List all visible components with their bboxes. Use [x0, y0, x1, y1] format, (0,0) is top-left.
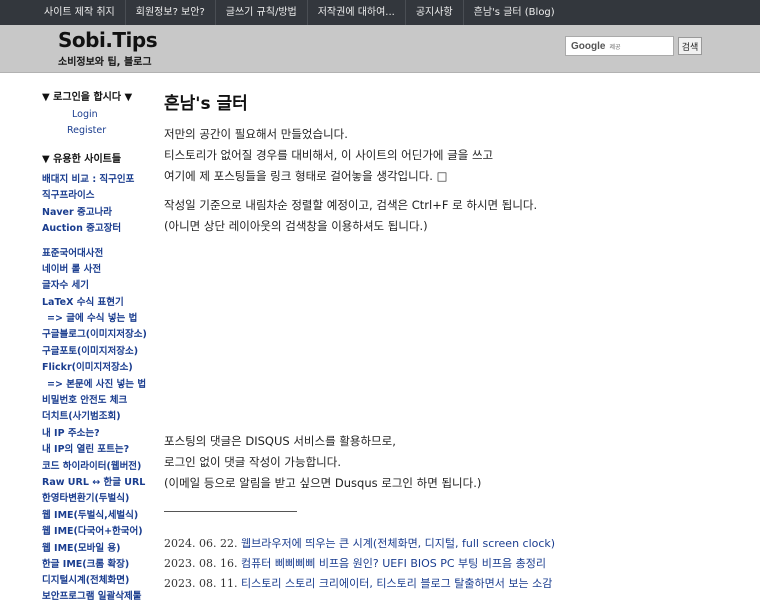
- sidebar-link[interactable]: 표준국어대사전: [42, 245, 103, 259]
- post-date: 2023. 08. 11.: [164, 577, 238, 590]
- divider: [164, 511, 297, 512]
- nav-item-copyright[interactable]: 저작권에 대하여...: [308, 0, 406, 25]
- intro-line: 저만의 공간이 필요해서 만들었습니다.: [164, 127, 348, 141]
- post-title-link[interactable]: 웹브라우저에 띄우는 큰 시계(전체화면, 디지털, full screen c…: [241, 537, 555, 550]
- top-nav: 사이트 제작 취지 회원정보? 보안? 글쓰기 규칙/방법 저작권에 대하여..…: [0, 0, 760, 25]
- nav-item-blog[interactable]: 흔남's 글터 (Blog): [464, 0, 565, 25]
- sidebar-link[interactable]: 네이버 롤 사전: [42, 261, 101, 275]
- sidebar-link[interactable]: Raw URL ↔ 한글 URL: [42, 474, 145, 488]
- nav-item-purpose[interactable]: 사이트 제작 취지: [0, 0, 126, 25]
- sidebar-link[interactable]: 보안프로그램 일괄삭제툴: [42, 588, 141, 600]
- intro-line: 티스토리가 없어질 경우를 대비해서, 이 사이트의 어딘가에 글을 쓰고: [164, 148, 494, 162]
- login-link[interactable]: Login: [72, 109, 98, 120]
- nav-item-member-security[interactable]: 회원정보? 보안?: [126, 0, 216, 25]
- intro-line: 여기에 제 포스팅들을 링크 형태로 걸어놓을 생각입니다. □: [164, 169, 448, 183]
- search-button[interactable]: 검색: [678, 37, 702, 55]
- login-heading: ▼ 로그인을 합시다 ▼: [42, 92, 133, 103]
- post-date: 2024. 06. 22.: [164, 537, 238, 550]
- google-logo-icon: Google: [571, 40, 606, 52]
- search-input[interactable]: Google 제공: [565, 36, 674, 56]
- sort-line: 작성일 기준으로 내림차순 정렬할 예정이고, 검색은 Ctrl+F 로 하시면…: [164, 198, 538, 212]
- site-subtitle: 소비정보와 팁, 블로그: [58, 57, 152, 68]
- sidebar-link[interactable]: 구글포토(이미지저장소): [42, 343, 138, 357]
- site-header: Sobi.Tips 소비정보와 팁, 블로그 Google 제공 검색: [0, 25, 760, 73]
- sidebar-link[interactable]: 배대지 비교 : 직구인포: [42, 171, 134, 185]
- sidebar-link[interactable]: 내 IP 주소는?: [42, 425, 100, 439]
- sidebar-link[interactable]: 한영타변환기(두벌식): [42, 490, 129, 504]
- post-item[interactable]: 2023. 08. 16. 컴퓨터 삐삐삐삐 비프음 원인? UEFI BIOS…: [164, 555, 546, 571]
- sidebar-link[interactable]: 구글블로그(이미지저장소): [42, 326, 147, 340]
- sidebar-link[interactable]: 내 IP의 열린 포트는?: [42, 441, 129, 455]
- post-title-link[interactable]: 티스토리 스토리 크리에이터, 티스토리 블로그 탈출하면서 보는 소감: [241, 577, 552, 590]
- sidebar-link[interactable]: Auction 중고장터: [42, 220, 121, 234]
- sidebar-link[interactable]: 한글 IME(크롬 확장): [42, 556, 129, 570]
- sidebar-link[interactable]: 웹 IME(모바일 용): [42, 540, 120, 554]
- register-link[interactable]: Register: [67, 125, 106, 136]
- sidebar-link[interactable]: 비밀번호 안전도 체크: [42, 392, 127, 406]
- sidebar-link[interactable]: => 본문에 사진 넣는 법: [47, 376, 146, 390]
- sidebar-link[interactable]: 글자수 세기: [42, 277, 89, 291]
- post-item[interactable]: 2023. 08. 11. 티스토리 스토리 크리에이터, 티스토리 블로그 탈…: [164, 575, 552, 591]
- post-date: 2023. 08. 16.: [164, 557, 238, 570]
- nav-item-notice[interactable]: 공지사항: [406, 0, 464, 25]
- sidebar-link[interactable]: Flickr(이미지저장소): [42, 359, 133, 373]
- site-title[interactable]: Sobi.Tips: [58, 28, 158, 52]
- sidebar-link[interactable]: 더치트(사기범조회): [42, 408, 121, 422]
- sidebar-link[interactable]: => 글에 수식 넣는 법: [47, 310, 137, 324]
- sidebar-link[interactable]: LaTeX 수식 표현기: [42, 294, 124, 308]
- sort-line: (아니면 상단 레이아웃의 검색창을 이용하셔도 됩니다.): [164, 219, 428, 233]
- sidebar-link[interactable]: 디지털시계(전체화면): [42, 572, 129, 586]
- sidebar-link[interactable]: 코드 하이라이터(웹버전): [42, 458, 141, 472]
- comments-line: 로그인 없이 댓글 작성이 가능합니다.: [164, 455, 341, 469]
- sidebar-link[interactable]: 웹 IME(다국어+한국어): [42, 523, 143, 537]
- post-title-link[interactable]: 컴퓨터 삐삐삐삐 비프음 원인? UEFI BIOS PC 부팅 비프음 총정리: [241, 557, 546, 570]
- sidebar-link[interactable]: 웹 IME(두벌식,세벌식): [42, 507, 138, 521]
- main-content: 흔남's 글터 저만의 공간이 필요해서 만들었습니다. 티스토리가 없어질 경…: [164, 74, 754, 600]
- page-title: 흔남's 글터: [164, 94, 248, 114]
- post-item[interactable]: 2024. 06. 22. 웹브라우저에 띄우는 큰 시계(전체화면, 디지털,…: [164, 535, 555, 551]
- nav-item-writing-rules[interactable]: 글쓰기 규칙/방법: [216, 0, 308, 25]
- comments-line: (이메일 등으로 알림을 받고 싶으면 Dusqus 로그인 하면 됩니다.): [164, 476, 482, 490]
- sidebar-link[interactable]: Naver 중고나라: [42, 204, 112, 218]
- comments-line: 포스팅의 댓글은 DISQUS 서비스를 활용하므로,: [164, 434, 396, 448]
- search-hint: 제공: [609, 43, 621, 51]
- sidebar-link[interactable]: 직구프라이스: [42, 187, 94, 201]
- sidebar: ▼ 로그인을 합시다 ▼ Login Register ▼ 유용한 사이트들 배…: [0, 74, 150, 600]
- useful-sites-heading: ▼ 유용한 사이트들: [42, 154, 122, 165]
